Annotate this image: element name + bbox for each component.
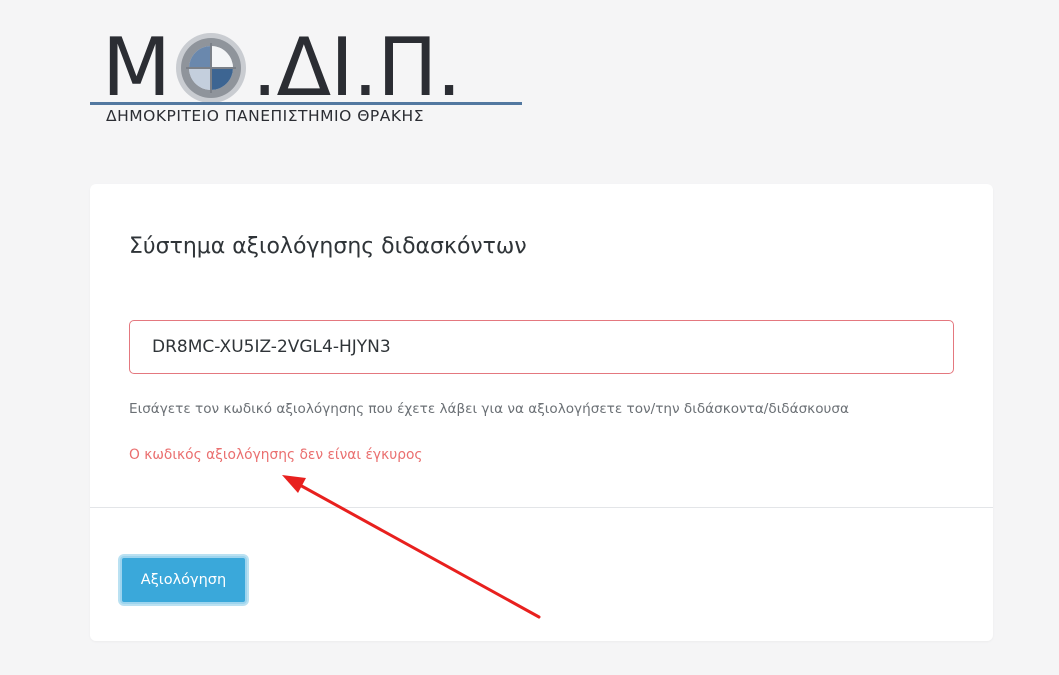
evaluation-card: Σύστημα αξιολόγησης διδασκόντων Εισάγετε… <box>90 184 993 641</box>
logo-letters-rest: .ΔΙ.Π. <box>252 21 462 114</box>
evaluation-code-input[interactable] <box>129 320 954 374</box>
evaluate-button[interactable]: Αξιολόγηση <box>120 556 247 604</box>
page-title: Σύστημα αξιολόγησης διδασκόντων <box>129 234 527 259</box>
logo-subtitle: ΔΗΜΟΚΡΙΤΕΙΟ ΠΑΝΕΠΙΣΤΗΜΙΟ ΘΡΑΚΗΣ <box>106 107 424 125</box>
logo-rule <box>90 102 522 105</box>
logo-wordmark: Μ .ΔΙ.Π. <box>102 21 462 114</box>
page: Μ .ΔΙ.Π. ΔΗΜΟΚΡΙΤΕΙΟ ΠΑΝΕΠΙΣΤΗΜΙΟ ΘΡΑΚΗΣ… <box>0 0 1059 675</box>
logo-letter-m: Μ <box>102 21 171 114</box>
help-text: Εισάγετε τον κωδικό αξιολόγησης που έχετ… <box>129 401 849 417</box>
university-logo: Μ .ΔΙ.Π. ΔΗΜΟΚΡΙΤΕΙΟ ΠΑΝΕΠΙΣΤΗΜΙΟ ΘΡΑΚΗΣ <box>90 24 522 136</box>
card-divider <box>90 507 993 508</box>
error-message: Ο κωδικός αξιολόγησης δεν είναι έγκυρος <box>129 447 423 463</box>
logo-emblem-icon <box>176 33 247 103</box>
